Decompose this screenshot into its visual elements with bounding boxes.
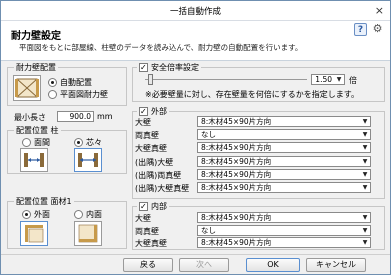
footer-divider <box>1 254 390 255</box>
interior-row-value: 8:木材45×90片方向 <box>201 213 272 222</box>
dropdown-arrow-icon[interactable]: ▼ <box>360 117 370 126</box>
dropdown-arrow-icon[interactable]: ▼ <box>334 75 344 84</box>
dropdown-arrow-icon[interactable]: ▼ <box>360 238 370 247</box>
face-outer-radio[interactable]: 外面 <box>22 209 50 220</box>
placement-legend: 耐力壁配置 <box>14 62 58 73</box>
exterior-row-value: 8:木材45×90片方向 <box>201 143 272 153</box>
auto-placement-radio[interactable]: 自動配置 <box>48 77 92 88</box>
next-button[interactable]: 次へ <box>179 258 229 272</box>
column-face-radio-dot[interactable] <box>22 138 31 147</box>
page-subtitle: 平面図をもとに部屋線、柱壁のデータを読み込んで、耐力壁の自動配置を行います。 <box>19 43 303 52</box>
exterior-row-select[interactable]: 8:木材45×90片方向 ▼ <box>197 142 371 154</box>
face-outer-label: 外面 <box>34 210 50 219</box>
safety-value-select[interactable]: 1.50 ▼ <box>311 74 345 85</box>
dropdown-arrow-icon[interactable]: ▼ <box>360 130 370 139</box>
column-center-radio-dot[interactable] <box>74 138 83 147</box>
interior-row-value: 8:木材45×90片方向 <box>201 238 272 247</box>
safety-slider-thumb[interactable] <box>148 74 154 85</box>
placement-group: 耐力壁配置 自動配置 平面図耐力壁 <box>7 62 127 106</box>
column-center-radio[interactable]: 芯々 <box>74 137 102 148</box>
window-title: 一括自動作成 <box>169 7 221 17</box>
face-inner-radio[interactable]: 内面 <box>74 209 102 220</box>
safety-slider-track[interactable] <box>145 79 307 80</box>
dropdown-arrow-icon[interactable]: ▼ <box>360 143 370 152</box>
dialog-window: 一括自動作成 × 耐力壁設定 平面図をもとに部屋線、柱壁のデータを読み込んで、耐… <box>0 0 391 275</box>
exterior-row-value: 8:木材45×90片方向 <box>201 183 272 192</box>
plan-wall-label: 平面図耐力壁 <box>60 90 108 99</box>
exterior-row-label: (出隅)大壁真壁 <box>135 184 190 193</box>
dropdown-arrow-icon[interactable]: ▼ <box>360 183 370 192</box>
column-center-label: 芯々 <box>86 138 102 147</box>
column-position-legend: 配置位置 柱 <box>14 125 61 136</box>
column-face-label: 面間 <box>34 138 50 147</box>
wall-placement-icon <box>13 75 41 101</box>
exterior-row-label: 両真壁 <box>135 131 159 141</box>
settings-icon[interactable]: ⚙ <box>371 23 384 36</box>
column-center-icon[interactable] <box>74 148 102 172</box>
exterior-row-value: 8:木材45×90片方向 <box>201 169 272 179</box>
column-position-group: 配置位置 柱 面間 芯々 <box>7 125 127 174</box>
interior-row-label: 両真壁 <box>135 226 159 236</box>
exterior-row-select[interactable]: 8:木材45×90片方向 ▼ <box>197 155 371 167</box>
close-icon[interactable]: × <box>375 4 384 17</box>
face-inner-label: 内面 <box>86 210 102 219</box>
face-inner-radio-dot[interactable] <box>74 210 83 219</box>
interior-row-select[interactable]: 8:木材45×90片方向 ▼ <box>197 237 371 248</box>
min-length-input[interactable]: 900.0 <box>57 111 94 122</box>
face-inner-icon[interactable] <box>74 221 102 246</box>
safety-note: ※必要壁量に対し、存在壁量を何倍にするかを指定します。 <box>145 90 359 99</box>
interior-row-label: 大壁 <box>135 214 151 223</box>
column-face-radio[interactable]: 面間 <box>22 137 50 148</box>
interior-row-label: 大壁真壁 <box>135 239 167 248</box>
title-bar: 一括自動作成 × <box>1 1 390 21</box>
back-button[interactable]: 戻る <box>123 258 173 272</box>
exterior-row-label: 大壁真壁 <box>135 144 167 154</box>
exterior-label: 外部 <box>151 107 167 116</box>
safety-group: 安全倍率設定 1.50 ▼ 倍 ※必要壁量に対し、存在壁量を何倍にするかを指定し… <box>132 62 385 102</box>
interior-row-select[interactable]: なし ▼ <box>197 224 371 236</box>
column-face-icon[interactable] <box>20 148 48 172</box>
face-position-group: 配置位置 面材1 外面 内面 <box>7 196 127 249</box>
exterior-row-value: 8:木材45×90片方向 <box>201 117 272 126</box>
safety-checkbox-box[interactable] <box>139 63 148 72</box>
safety-value: 1.50 <box>315 75 332 84</box>
plan-wall-radio-dot[interactable] <box>48 90 57 99</box>
exterior-row-label: (出隅)大壁 <box>135 157 174 167</box>
exterior-row-value: 8:木材45×90片方向 <box>201 156 272 166</box>
face-outer-radio-dot[interactable] <box>22 210 31 219</box>
exterior-row-select[interactable]: 8:木材45×90片方向 ▼ <box>197 116 371 127</box>
safety-unit: 倍 <box>349 76 357 85</box>
exterior-checkbox[interactable]: 外部 <box>137 106 169 117</box>
interior-checkbox-box[interactable] <box>139 202 148 211</box>
min-length-label: 最小長さ <box>14 113 46 122</box>
interior-row-value: なし <box>201 225 216 235</box>
help-icon[interactable]: ? <box>354 23 367 36</box>
cancel-button[interactable]: キャンセル <box>306 258 366 272</box>
exterior-row-label: 大壁 <box>135 118 151 127</box>
plan-wall-radio[interactable]: 平面図耐力壁 <box>48 89 108 100</box>
page-title: 耐力壁設定 <box>11 31 61 42</box>
exterior-row-select[interactable]: なし ▼ <box>197 129 371 141</box>
exterior-row-label: (出隅)両真壁 <box>135 170 182 180</box>
safety-slider[interactable] <box>145 72 307 88</box>
header-panel: 耐力壁設定 平面図をもとに部屋線、柱壁のデータを読み込んで、耐力壁の自動配置を行… <box>1 21 390 61</box>
interior-checkbox[interactable]: 内部 <box>137 201 169 212</box>
auto-placement-radio-dot[interactable] <box>48 78 57 87</box>
min-length-unit: mm <box>97 112 113 121</box>
ok-button[interactable]: OK <box>246 258 300 272</box>
interior-label: 内部 <box>151 202 167 211</box>
exterior-row-value: なし <box>201 130 216 140</box>
dropdown-arrow-icon[interactable]: ▼ <box>360 170 370 179</box>
dropdown-arrow-icon[interactable]: ▼ <box>360 213 370 222</box>
face-position-legend: 配置位置 面材1 <box>14 196 74 207</box>
interior-row-select[interactable]: 8:木材45×90片方向 ▼ <box>197 212 371 223</box>
auto-placement-label: 自動配置 <box>60 78 92 87</box>
dropdown-arrow-icon[interactable]: ▼ <box>360 226 370 235</box>
exterior-checkbox-box[interactable] <box>139 107 148 116</box>
face-outer-icon[interactable] <box>20 221 48 246</box>
exterior-row-select[interactable]: 8:木材45×90片方向 ▼ <box>197 168 371 180</box>
exterior-row-select[interactable]: 8:木材45×90片方向 ▼ <box>197 182 371 193</box>
dropdown-arrow-icon[interactable]: ▼ <box>360 157 370 166</box>
